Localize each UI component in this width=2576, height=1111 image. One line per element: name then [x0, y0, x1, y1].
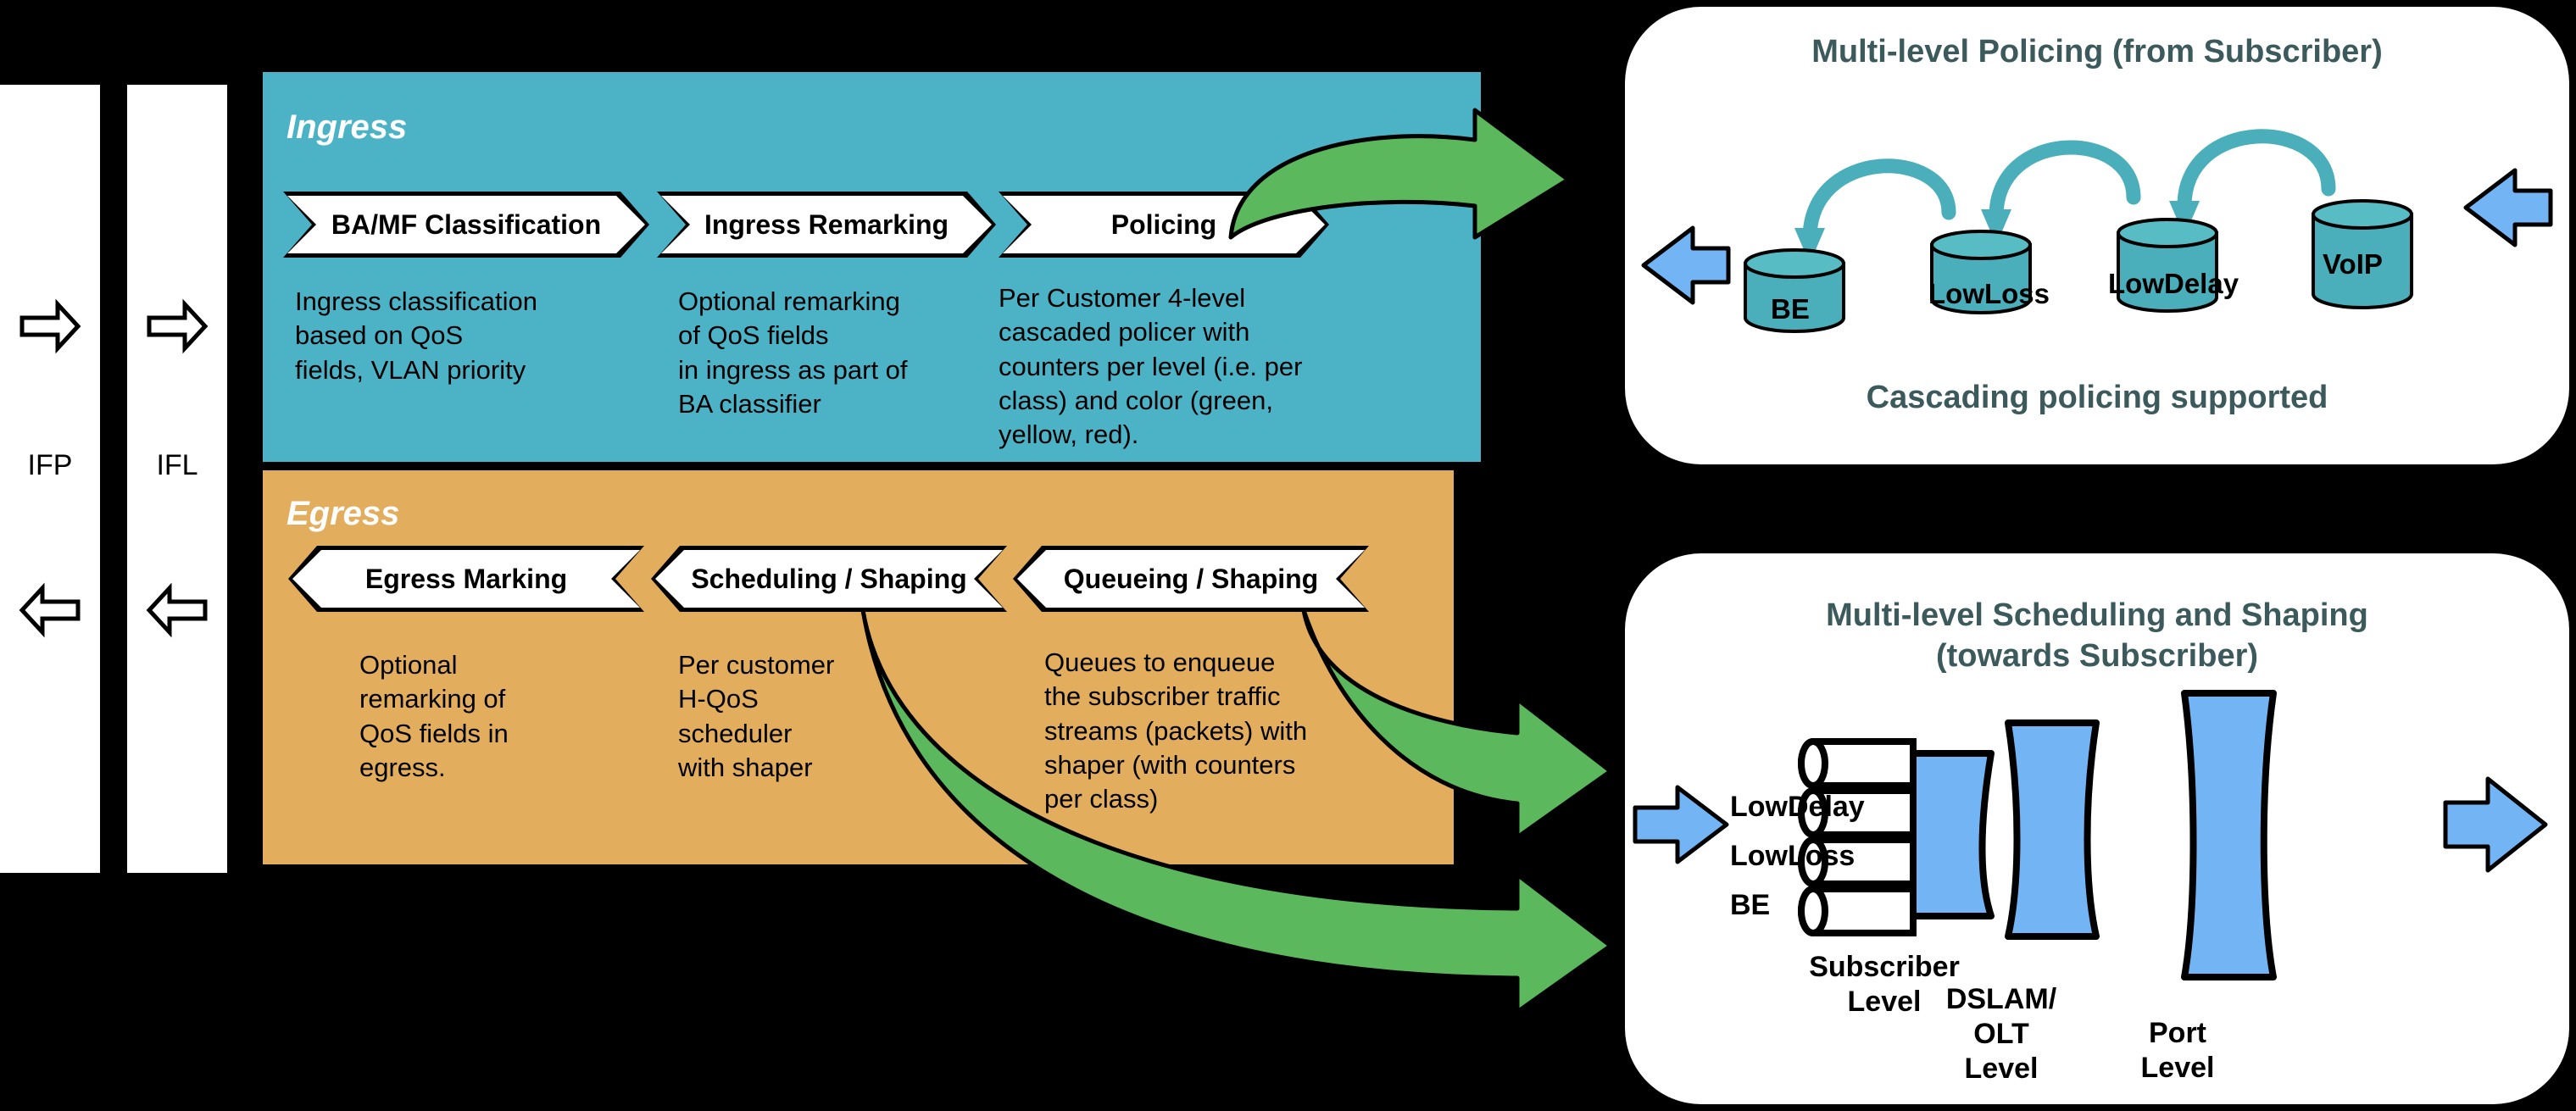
policing-callout-title: Multi-level Policing (from Subscriber): [1811, 34, 2383, 69]
ifl-outbound-arrow: [127, 582, 227, 638]
arrow-right-blue-icon: [1633, 785, 1729, 864]
egress-stage-3-label: Queueing / Shaping: [1063, 563, 1319, 594]
arrow-right-outline-icon: [146, 298, 209, 354]
ingress-title: Ingress: [287, 108, 408, 146]
ingress-stage-1[interactable]: BA/MF Classification: [287, 196, 645, 253]
policing-cylinder-label-lowdelay: LowDelay: [2108, 268, 2239, 299]
arrow-right-blue-icon: [2443, 776, 2548, 873]
level-label-dslam-olt: DSLAM/ OLT Level: [1945, 983, 2057, 1085]
ifl-inbound-arrow: [127, 298, 227, 354]
ingress-stage-2-blurb: Optional remarking of QoS fields in ingr…: [678, 286, 908, 419]
cascade-arc-icon: [1802, 129, 2336, 246]
port-level-shaper: [2181, 690, 2277, 980]
arrow-right-outline-icon: [19, 298, 81, 354]
ingress-stage-2[interactable]: Ingress Remarking: [661, 196, 992, 253]
ingress-stage-1-blurb: Ingress classification based on QoS fiel…: [295, 286, 538, 385]
queue-tubes: [1798, 738, 1917, 936]
policing-cylinder-label-be: BE: [1771, 293, 1810, 325]
ingress-stage-3-blurb: Per Customer 4-level cascaded policer wi…: [999, 283, 1303, 450]
policing-cylinder-label-lowloss: LowLoss: [1928, 278, 2050, 309]
ingress-stage-1-label: BA/MF Classification: [331, 208, 602, 240]
egress-stage-3[interactable]: Queueing / Shaping: [1017, 550, 1365, 608]
egress-stage-1-label: Egress Marking: [364, 563, 568, 594]
ingress-stage-2-label: Ingress Remarking: [704, 208, 949, 240]
arrow-left-outline-icon: [19, 582, 81, 638]
arrow-left-blue-icon: [1641, 225, 1731, 305]
scheduling-callout: Multi-level Scheduling and Shaping (towa…: [1625, 553, 2569, 1104]
flow-arrow-scheduling-to-callout: [860, 608, 1613, 1014]
arrow-left-outline-icon: [146, 582, 209, 638]
egress-title: Egress: [287, 495, 400, 532]
ifp-column: IFP: [0, 85, 100, 873]
ifp-outbound-arrow: [0, 582, 100, 638]
arrow-left-blue-icon: [2463, 168, 2553, 247]
queue-label-lowloss: LowLoss: [1730, 840, 1855, 872]
flow-arrow-policing-to-callout: [1228, 108, 1571, 240]
ifp-label: IFP: [27, 449, 73, 481]
egress-stage-2[interactable]: Scheduling / Shaping: [655, 550, 1003, 608]
egress-stage-2-label: Scheduling / Shaping: [691, 563, 967, 594]
policing-diagram: [1641, 129, 2553, 333]
level-label-port: Port Level: [2140, 1017, 2215, 1084]
ifl-label: IFL: [156, 449, 198, 481]
policing-callout: Multi-level Policing (from Subscriber) B…: [1625, 7, 2569, 464]
ifp-inbound-arrow: [0, 298, 100, 354]
egress-stage-1[interactable]: Egress Marking: [292, 550, 640, 608]
policing-cylinder-label-voip: VoIP: [2323, 248, 2383, 280]
policing-callout-footer: Cascading policing supported: [1866, 380, 2328, 415]
queue-label-be: BE: [1730, 889, 1771, 921]
queue-label-lowdelay: LowDelay: [1730, 791, 1865, 823]
ifl-column: IFL: [127, 85, 227, 873]
dslam-olt-level-shaper: [2005, 719, 2100, 940]
scheduling-callout-title: Multi-level Scheduling and Shaping (towa…: [1826, 597, 2368, 674]
egress-stage-1-blurb: Optional remarking of QoS fields in egre…: [359, 650, 509, 782]
